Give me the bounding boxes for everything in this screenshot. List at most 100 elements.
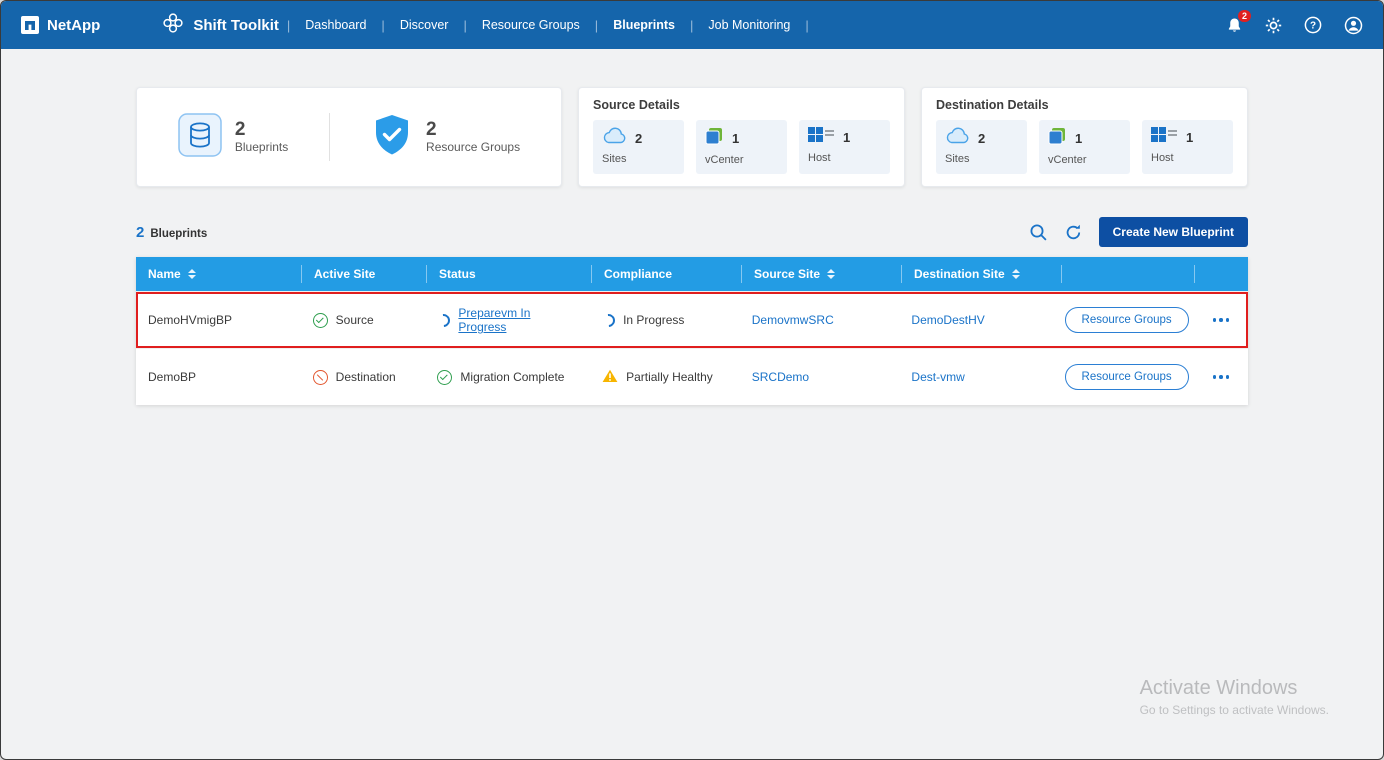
refresh-icon[interactable] (1064, 223, 1083, 242)
shield-check-icon (371, 113, 413, 162)
success-check-icon (437, 370, 452, 385)
app-title: Shift Toolkit (162, 12, 279, 38)
source-sites-count: 2 (635, 131, 642, 146)
notifications-bell-icon[interactable]: 2 (1226, 17, 1243, 34)
column-header-destination-site[interactable]: Destination Site (901, 265, 1061, 283)
sort-icon[interactable] (1012, 269, 1020, 279)
blueprints-toolbar: 2 Blueprints Create New Blueprint (136, 217, 1248, 247)
column-header-source-site[interactable]: Source Site (741, 265, 901, 283)
column-label: Destination Site (914, 267, 1005, 281)
blueprints-count: 2 (235, 120, 288, 141)
hyperv-host-icon (808, 127, 834, 148)
destination-site-link[interactable]: Dest-vmw (911, 370, 964, 384)
column-header-compliance[interactable]: Compliance (591, 265, 741, 283)
cloud-icon (945, 127, 969, 149)
status-link[interactable]: Preparevm In Progress (458, 306, 578, 334)
nav-item-blueprints[interactable]: Blueprints (600, 18, 688, 32)
table-row-demobp: DemoBP Destination Migration Complete Pa… (136, 348, 1248, 405)
nav-item-discover[interactable]: Discover (387, 18, 462, 32)
column-label: Status (439, 267, 476, 281)
column-label: Active Site (314, 267, 375, 281)
search-icon[interactable] (1029, 223, 1048, 242)
blueprints-table: Name Active Site Status Compliance Sourc… (136, 257, 1248, 405)
resource-groups-stat: 2 Resource Groups (371, 113, 520, 162)
destination-host-label: Host (1151, 152, 1224, 164)
source-details-card: Source Details 2 Sites (578, 87, 905, 187)
column-header-menu (1194, 265, 1248, 283)
destination-host-count: 1 (1186, 130, 1193, 145)
source-vcenter-tile: 1 vCenter (696, 120, 787, 174)
source-site-cell: SRCDemo (740, 370, 900, 384)
status-cell: Migration Complete (425, 370, 590, 385)
app-title-label: Shift Toolkit (193, 17, 279, 34)
vcenter-icon (1048, 127, 1066, 150)
nav-separator: | (287, 18, 290, 33)
gear-icon[interactable] (1265, 17, 1282, 34)
resource-groups-button[interactable]: Resource Groups (1065, 364, 1189, 390)
row-menu-cell (1194, 314, 1248, 326)
column-header-status[interactable]: Status (426, 265, 591, 283)
destination-site-link[interactable]: DemoDestHV (911, 313, 984, 327)
nav-separator: | (595, 18, 598, 33)
source-vcenter-count: 1 (732, 131, 739, 146)
row-menu-cell (1194, 371, 1248, 383)
destination-vcenter-label: vCenter (1048, 154, 1121, 166)
source-site-link[interactable]: DemovmwSRC (752, 313, 834, 327)
top-navbar: NetApp Shift Toolkit | Dashboard | Disco… (1, 1, 1383, 49)
table-actions: Create New Blueprint (1029, 217, 1248, 247)
resource-groups-count: 2 (426, 120, 520, 141)
destination-details-title: Destination Details (936, 98, 1233, 112)
active-site-label: Source (336, 313, 374, 327)
source-sites-tile: 2 Sites (593, 120, 684, 174)
notification-count-badge: 2 (1238, 10, 1251, 23)
row-action-cell: Resource Groups (1059, 307, 1194, 333)
svg-text:?: ? (1310, 21, 1316, 32)
netapp-brand: NetApp (21, 16, 100, 34)
ellipsis-menu-icon[interactable] (1209, 371, 1234, 383)
source-site-link[interactable]: SRCDemo (752, 370, 809, 384)
column-label: Source Site (754, 267, 820, 281)
hyperv-host-icon (1151, 127, 1177, 148)
help-icon[interactable]: ? (1304, 16, 1322, 34)
status-cell: Preparevm In Progress (425, 306, 590, 334)
sort-icon[interactable] (827, 269, 835, 279)
success-check-icon (313, 313, 328, 328)
sort-icon[interactable] (188, 269, 196, 279)
column-header-actions (1061, 265, 1194, 283)
nav-item-job-monitoring[interactable]: Job Monitoring (695, 18, 803, 32)
compliance-label: Partially Healthy (626, 370, 713, 384)
resource-groups-label: Resource Groups (426, 140, 520, 154)
destination-vcenter-tile: 1 vCenter (1039, 120, 1130, 174)
compliance-cell: Partially Healthy (590, 369, 740, 386)
column-header-active-site[interactable]: Active Site (301, 265, 426, 283)
nav-separator: | (805, 18, 808, 33)
destination-vcenter-count: 1 (1075, 131, 1082, 146)
source-sites-label: Sites (602, 153, 675, 165)
cloud-icon (602, 127, 626, 149)
page: NetApp Shift Toolkit | Dashboard | Disco… (0, 0, 1384, 760)
table-row-demohvmigbp: DemoHVmigBP Source Preparevm In Progress… (136, 291, 1248, 348)
destination-site-cell: Dest-vmw (899, 370, 1059, 384)
resource-groups-button[interactable]: Resource Groups (1065, 307, 1189, 333)
source-tiles: 2 Sites 1 vCenter (593, 120, 890, 174)
warning-triangle-icon (602, 369, 618, 386)
nav-item-resource-groups[interactable]: Resource Groups (469, 18, 593, 32)
nav-item-dashboard[interactable]: Dashboard (292, 18, 379, 32)
ellipsis-menu-icon[interactable] (1209, 314, 1234, 326)
account-icon[interactable] (1344, 16, 1363, 35)
shift-toolkit-icon (162, 12, 184, 38)
totals-card: 2 Blueprints 2 Resource Groups (136, 87, 562, 187)
source-vcenter-label: vCenter (705, 154, 778, 166)
active-site-cell: Source (301, 313, 426, 328)
blueprints-section-title: Blueprints (150, 228, 207, 240)
compliance-cell: In Progress (590, 313, 740, 327)
source-host-count: 1 (843, 130, 850, 145)
source-site-cell: DemovmwSRC (740, 313, 900, 327)
row-action-cell: Resource Groups (1059, 364, 1194, 390)
compliance-label: In Progress (623, 313, 684, 327)
column-header-name[interactable]: Name (136, 265, 301, 283)
create-new-blueprint-button[interactable]: Create New Blueprint (1099, 217, 1248, 247)
destination-host-tile: 1 Host (1142, 120, 1233, 174)
nav-separator: | (381, 18, 384, 33)
source-host-label: Host (808, 152, 881, 164)
